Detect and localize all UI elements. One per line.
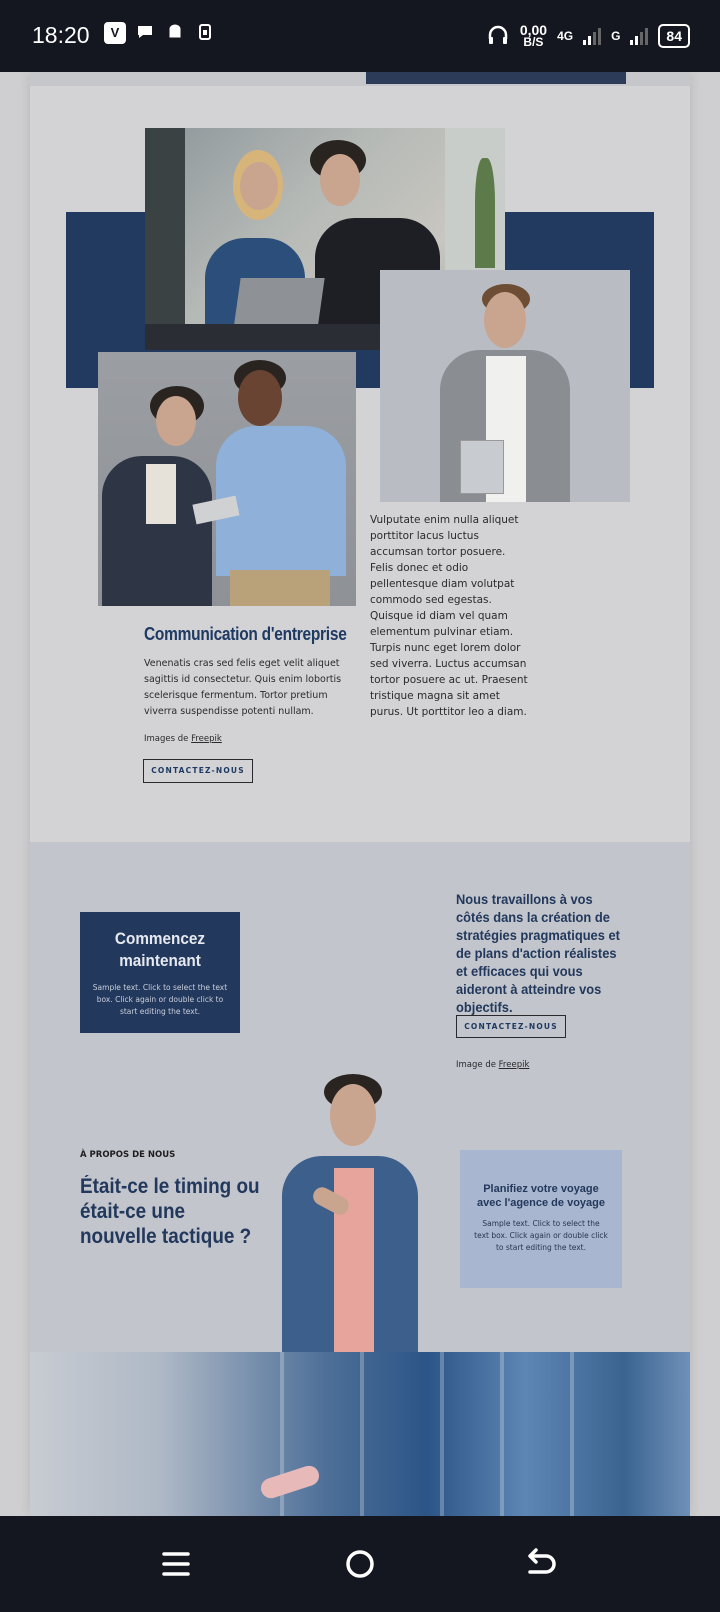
credit-prefix-2: Image de: [456, 1060, 496, 1070]
travel-card[interactable]: Planifiez votre voyage avec l'agence de …: [460, 1150, 622, 1288]
credit-prefix: Images de: [144, 734, 189, 744]
image-credit: Image de Freepik: [456, 1060, 529, 1070]
home-icon[interactable]: [338, 1542, 382, 1586]
photo-man-tablet: [380, 270, 630, 502]
contact-button-2[interactable]: CONTACTEZ-NOUS: [456, 1015, 566, 1038]
section-start: Commencez maintenant Sample text. Click …: [30, 842, 690, 1352]
freepik-link[interactable]: Freepik: [191, 734, 222, 744]
network-g-label: G: [611, 29, 621, 43]
web-viewport[interactable]: Vulputate enim nulla aliquet porttitor l…: [0, 72, 720, 1516]
v-app-icon: V: [104, 22, 126, 44]
signal-icon-2: [630, 27, 649, 45]
communication-heading: Communication d'entreprise: [144, 624, 347, 644]
start-now-text: Sample text. Click to select the text bo…: [92, 983, 228, 1016]
sim-icon: [194, 22, 216, 44]
net-speed: 0,00 B/S: [519, 22, 548, 49]
section1-right-paragraph: Vulputate enim nulla aliquet porttitor l…: [370, 514, 528, 718]
about-heading: Était-ce le timing ou était-ce une nouve…: [80, 1175, 260, 1248]
android-icon: [164, 22, 186, 44]
travel-card-text: Sample text. Click to select the text bo…: [474, 1219, 608, 1252]
travel-card-title: Planifiez votre voyage avec l'agence de …: [477, 1183, 605, 1209]
start-now-title: Commencez maintenant: [114, 929, 206, 970]
work-paragraph: Nous travaillons à vos côtés dans la cré…: [456, 891, 620, 1015]
section-communication: Vulputate enim nulla aliquet porttitor l…: [30, 72, 690, 865]
section-business-image: [30, 1352, 690, 1516]
menu-icon[interactable]: [154, 1542, 198, 1586]
navigation-bar: [0, 1516, 720, 1612]
network-4g-label: 4G: [557, 29, 574, 43]
status-bar: 18:20 V 0,00 B/S 4G G 84: [0, 0, 720, 72]
images-credit: Images de Freepik: [144, 734, 222, 744]
headphones-icon: [486, 23, 510, 50]
page: Vulputate enim nulla aliquet porttitor l…: [30, 72, 690, 1516]
signal-icon: [583, 27, 602, 45]
freepik-link-2[interactable]: Freepik: [499, 1060, 530, 1070]
about-label: À PROPOS DE NOUS: [80, 1150, 176, 1160]
photo-team-duo: [98, 352, 356, 606]
battery-icon: 84: [658, 24, 690, 48]
photo-man-pointing: [278, 1072, 428, 1352]
status-right: 0,00 B/S 4G G 84: [486, 18, 690, 54]
start-now-card[interactable]: Commencez maintenant Sample text. Click …: [80, 912, 240, 1033]
back-icon[interactable]: [518, 1542, 562, 1586]
contact-button[interactable]: CONTACTEZ-NOUS: [143, 759, 253, 783]
previous-section-image: [366, 72, 626, 84]
chat-icon: [134, 22, 156, 44]
communication-paragraph: Venenatis cras sed felis eget velit aliq…: [144, 658, 342, 717]
status-time: 18:20: [32, 22, 90, 48]
